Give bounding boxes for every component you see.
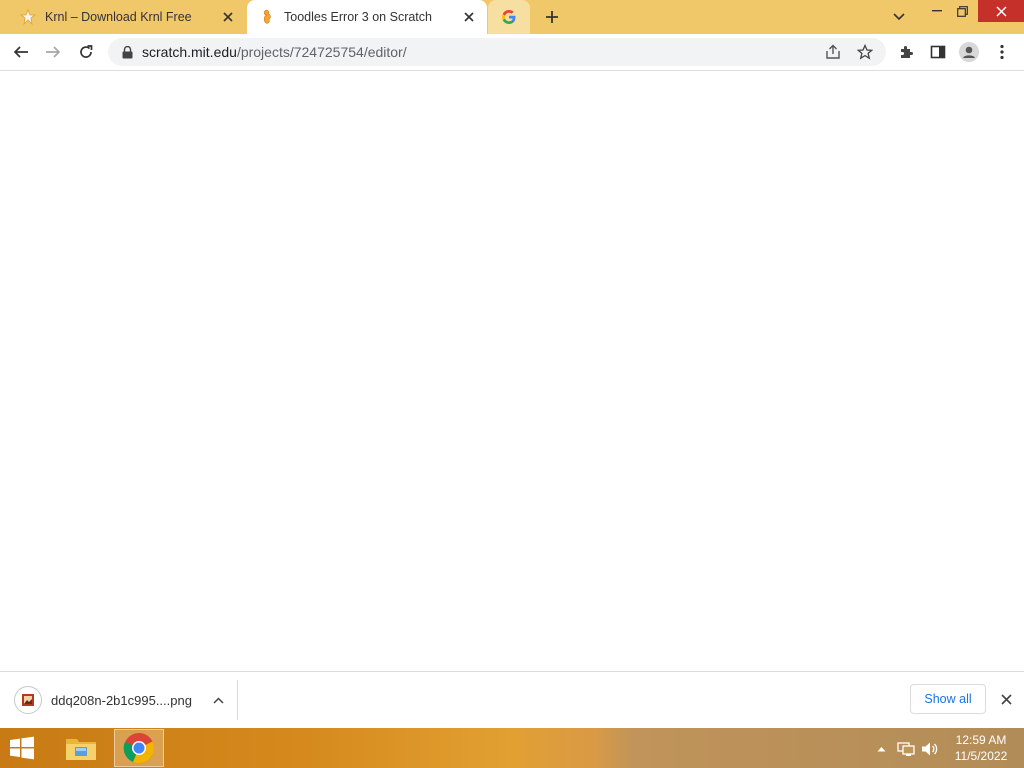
close-shelf-icon[interactable] [996,689,1016,709]
address-bar[interactable]: scratch.mit.edu/projects/724725754/edito… [108,38,886,66]
tab-google[interactable] [488,0,530,34]
file-explorer-icon[interactable] [56,729,106,767]
tab-krnl[interactable]: Krnl – Download Krnl Free [8,0,246,34]
system-clock[interactable]: 12:59 AM 11/5/2022 [944,732,1018,764]
forward-icon[interactable] [40,39,66,65]
divider [237,680,238,720]
reload-icon[interactable] [73,39,99,65]
menu-kebab-icon[interactable] [989,39,1015,65]
lock-icon[interactable] [120,45,134,59]
bookmark-star-icon[interactable] [854,42,876,62]
url-domain: scratch.mit.edu [142,44,237,60]
close-window-icon[interactable] [978,0,1024,22]
tab-title: Krnl – Download Krnl Free [45,10,192,24]
volume-icon[interactable] [920,739,940,759]
clock-date: 11/5/2022 [954,749,1008,763]
back-icon[interactable] [8,39,34,65]
tab-scratch[interactable]: Toodles Error 3 on Scratch [247,0,487,34]
google-g-icon [501,9,517,25]
show-hidden-icons-icon[interactable] [874,739,888,759]
download-item[interactable]: ddq208n-2b1c995....png [8,678,236,722]
krnl-logo-icon [20,9,36,25]
network-icon[interactable] [896,739,916,759]
extensions-puzzle-icon[interactable] [893,39,919,65]
image-file-icon [14,686,42,714]
clock-time: 12:59 AM [955,733,1007,747]
new-tab-button[interactable] [540,6,564,28]
download-filename: ddq208n-2b1c995....png [51,692,192,708]
close-tab-icon[interactable] [459,7,479,27]
share-icon[interactable] [822,42,844,62]
profile-avatar-icon[interactable] [956,39,982,65]
url-text: scratch.mit.edu/projects/724725754/edito… [142,44,407,60]
tab-strip: Krnl – Download Krnl Free Toodles Error … [0,0,1024,34]
minimize-icon[interactable] [924,0,950,22]
chevron-up-icon[interactable] [208,690,228,710]
page-content [0,71,1024,671]
tab-search-chevron-icon[interactable] [888,6,910,28]
scratch-cat-icon [259,9,275,25]
side-panel-icon[interactable] [925,39,951,65]
download-shelf: ddq208n-2b1c995....png Show all [0,671,1024,728]
browser-toolbar: scratch.mit.edu/projects/724725754/edito… [0,34,1024,71]
tab-title: Toodles Error 3 on Scratch [284,10,432,24]
chrome-icon[interactable] [114,729,164,767]
close-tab-icon[interactable] [218,7,238,27]
url-path: /projects/724725754/editor/ [236,44,407,60]
restore-icon[interactable] [950,0,974,22]
windows-start-icon[interactable] [8,736,38,762]
show-all-button[interactable]: Show all [910,684,986,714]
windows-taskbar: 12:59 AM 11/5/2022 [0,728,1024,768]
